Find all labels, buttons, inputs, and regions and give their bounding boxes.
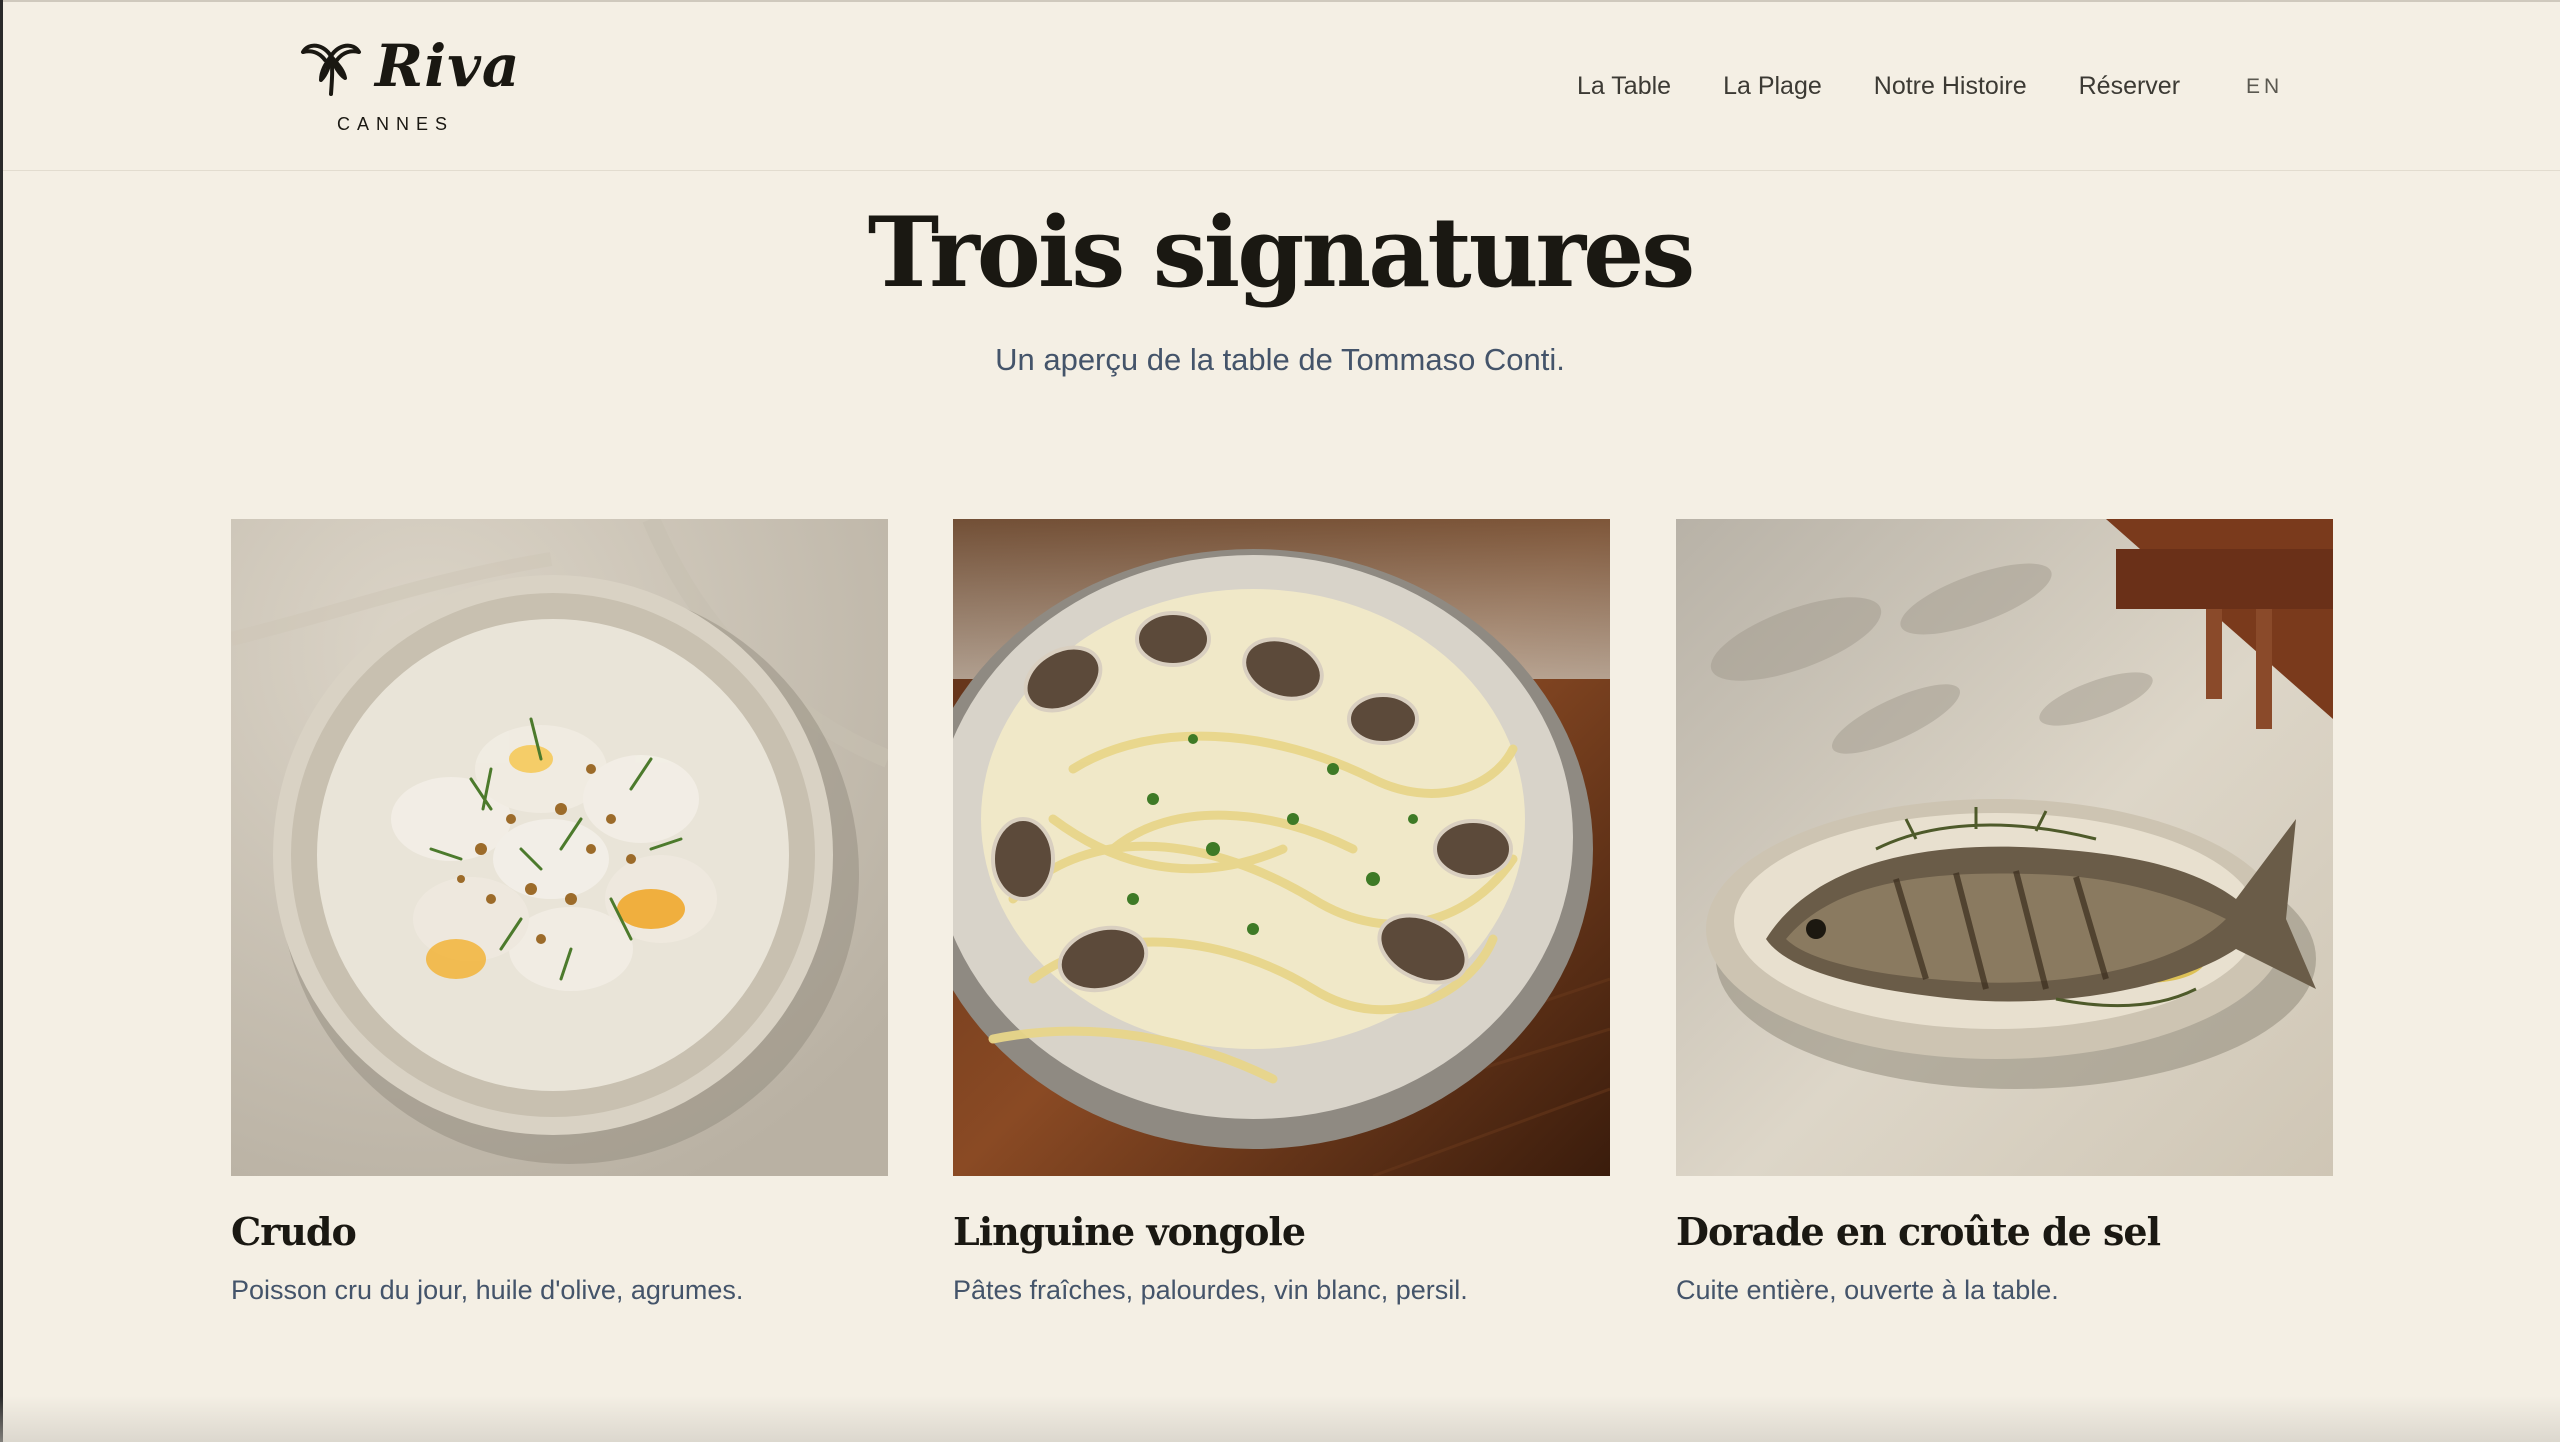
main-nav: La Table La Plage Notre Histoire Réserve…	[1577, 72, 2283, 101]
nav-item-la-table[interactable]: La Table	[1577, 72, 1671, 101]
dish-image-crudo	[231, 519, 888, 1176]
dish-card-crudo: Crudo Poisson cru du jour, huile d'olive…	[231, 519, 888, 1305]
palm-tree-icon	[301, 43, 361, 96]
site-header: Riva CANNES La Table La Plage Notre Hist…	[3, 2, 2560, 171]
nav-item-reserver[interactable]: Réserver	[2079, 72, 2180, 101]
nav-item-notre-histoire[interactable]: Notre Histoire	[1874, 72, 2027, 101]
dish-image-dorade	[1676, 519, 2333, 1176]
dish-title-crudo: Crudo	[231, 1209, 357, 1254]
language-switch[interactable]: EN	[2246, 75, 2283, 99]
dish-image-linguine	[953, 519, 1610, 1176]
brand-logo[interactable]: Riva CANNES	[299, 32, 520, 142]
dish-description-linguine: Pâtes fraîches, palourdes, vin blanc, pe…	[953, 1275, 1468, 1305]
dish-title-linguine: Linguine vongole	[953, 1209, 1306, 1254]
brand-city: CANNES	[337, 114, 455, 134]
dish-card-dorade: Dorade en croûte de sel Cuite entière, o…	[1676, 519, 2333, 1305]
page-subtitle: Un aperçu de la table de Tommaso Conti.	[995, 342, 1565, 377]
dish-description-crudo: Poisson cru du jour, huile d'olive, agru…	[231, 1275, 744, 1305]
dish-card-linguine: Linguine vongole Pâtes fraîches, palourd…	[953, 519, 1610, 1305]
dish-title-dorade: Dorade en croûte de sel	[1676, 1209, 2161, 1254]
page-title: Trois signatures	[867, 196, 1695, 309]
brand-name: Riva	[375, 32, 521, 100]
dish-description-dorade: Cuite entière, ouverte à la table.	[1676, 1275, 2059, 1305]
bottom-shadow	[0, 1396, 2560, 1442]
nav-item-la-plage[interactable]: La Plage	[1723, 72, 1822, 101]
